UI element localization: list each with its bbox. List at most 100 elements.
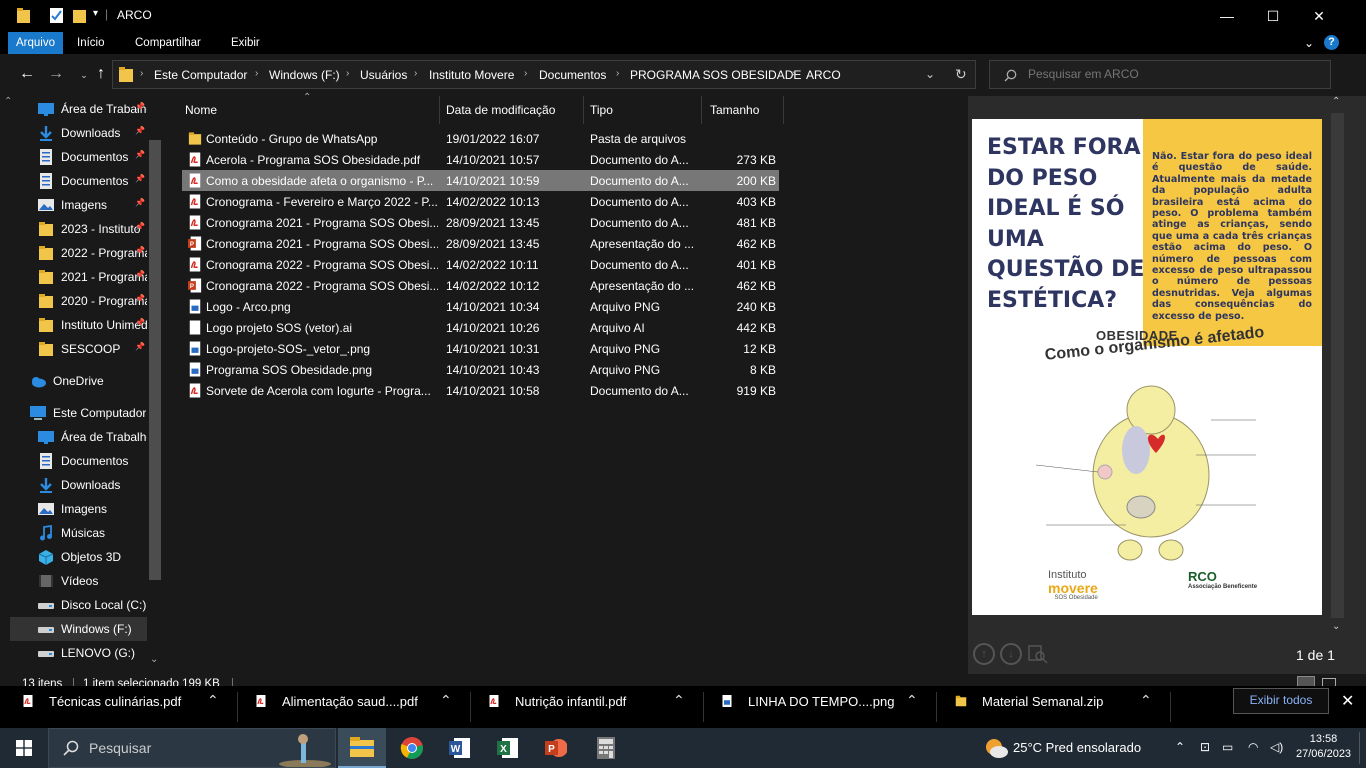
column-header-date[interactable]: Data de modificação bbox=[440, 96, 584, 124]
pin-icon[interactable]: 📌 bbox=[135, 222, 145, 231]
meet-now-icon[interactable]: ⊡ bbox=[1200, 740, 1210, 754]
nav-item[interactable]: Documentos 📌 bbox=[10, 169, 147, 193]
nav-item[interactable]: 2021 - Programa 📌 bbox=[10, 265, 147, 289]
nav-item[interactable]: Disco Local (C:) bbox=[10, 593, 147, 617]
nav-item[interactable]: Documentos 📌 bbox=[10, 145, 147, 169]
download-options-icon[interactable]: ⌃ bbox=[673, 692, 685, 709]
nav-scrollbar[interactable]: ⌄ bbox=[147, 96, 164, 674]
nav-item[interactable]: Downloads 📌 bbox=[10, 121, 147, 145]
download-item[interactable]: LINHA DO TEMPO....png ⌃ bbox=[721, 692, 931, 722]
zoom-icon[interactable] bbox=[1027, 643, 1049, 665]
breadcrumb-item[interactable]: Instituto Movere bbox=[429, 68, 514, 82]
chevron-down-icon[interactable]: ⌄ bbox=[925, 67, 935, 81]
search-box[interactable] bbox=[989, 60, 1331, 89]
pin-icon[interactable]: 📌 bbox=[135, 270, 145, 279]
file-row[interactable]: Logo - Arco.png 14/10/2021 10:34 Arquivo P… bbox=[182, 296, 779, 317]
powerpoint-taskbar-button[interactable]: P bbox=[532, 728, 580, 768]
nav-item[interactable]: Imagens bbox=[10, 497, 147, 521]
file-row[interactable]: Cronograma 2022 - Programa SOS Obesi... 1… bbox=[182, 254, 779, 275]
maximize-button[interactable]: ☐ bbox=[1250, 0, 1296, 32]
nav-item[interactable]: 2023 - Instituto 📌 bbox=[10, 217, 147, 241]
help-icon[interactable]: ? bbox=[1324, 35, 1339, 50]
weather-text[interactable]: 25°C Pred ensolarado bbox=[1013, 740, 1141, 755]
pin-icon[interactable]: 📌 bbox=[135, 246, 145, 255]
excel-taskbar-button[interactable]: X bbox=[484, 728, 532, 768]
tab-inicio[interactable]: Início bbox=[77, 32, 105, 54]
download-item[interactable]: Alimentação saud....pdf ⌃ bbox=[255, 692, 465, 722]
download-options-icon[interactable]: ⌃ bbox=[207, 692, 219, 709]
scroll-up-arrow[interactable]: ⌃ bbox=[1332, 96, 1340, 107]
file-row[interactable]: Logo projeto SOS (vetor).ai 14/10/2021 10… bbox=[182, 317, 779, 338]
nav-item[interactable]: Imagens 📌 bbox=[10, 193, 147, 217]
download-options-icon[interactable]: ⌃ bbox=[1140, 692, 1152, 709]
scroll-down-arrow[interactable]: ⌄ bbox=[1332, 621, 1340, 632]
breadcrumb-item[interactable]: Este Computador bbox=[154, 68, 247, 82]
nav-scroll-thumb[interactable] bbox=[149, 140, 161, 580]
word-taskbar-button[interactable]: W bbox=[436, 728, 484, 768]
chrome-taskbar-button[interactable] bbox=[388, 728, 436, 768]
expand-ribbon-icon[interactable]: ⌄ bbox=[1304, 32, 1314, 54]
nav-item[interactable]: 2020 - Programa 📌 bbox=[10, 289, 147, 313]
nav-item[interactable]: Windows (F:) bbox=[10, 617, 147, 641]
breadcrumb-item[interactable]: Usuários bbox=[360, 68, 407, 82]
nav-item[interactable]: Objetos 3D bbox=[10, 545, 147, 569]
nav-item[interactable]: SESCOOP 📌 bbox=[10, 337, 147, 361]
address-bar[interactable]: › Este Computador › Windows (F:) › Usuár… bbox=[112, 60, 976, 89]
scroll-down-arrow[interactable]: ⌄ bbox=[150, 654, 158, 665]
tab-exibir[interactable]: Exibir bbox=[231, 32, 260, 54]
taskbar-search[interactable]: Pesquisar bbox=[48, 728, 336, 768]
file-row[interactable]: Sorvete de Acerola com Iogurte - Progra.… bbox=[182, 380, 779, 401]
new-folder-icon[interactable] bbox=[73, 8, 86, 23]
nav-item[interactable]: Downloads bbox=[10, 473, 147, 497]
search-input[interactable] bbox=[1028, 67, 1318, 81]
file-row[interactable]: Cronograma - Fevereiro e Março 2022 - P.… bbox=[182, 191, 779, 212]
weather-icon[interactable] bbox=[984, 737, 1008, 759]
quick-access-dropdown[interactable]: ▾ bbox=[93, 8, 98, 19]
column-header-type[interactable]: Tipo bbox=[584, 96, 702, 124]
refresh-icon[interactable]: ↻ bbox=[955, 66, 967, 83]
file-row[interactable]: Conteúdo - Grupo de WhatsApp 19/01/2022 1… bbox=[182, 128, 779, 149]
network-icon[interactable]: ◠ bbox=[1248, 740, 1258, 754]
download-options-icon[interactable]: ⌃ bbox=[906, 692, 918, 709]
start-button[interactable] bbox=[0, 728, 48, 768]
pin-icon[interactable]: 📌 bbox=[135, 126, 145, 135]
file-row[interactable]: P Cronograma 2022 - Programa SOS Obesi...… bbox=[182, 275, 779, 296]
nav-item[interactable]: Músicas bbox=[10, 521, 147, 545]
file-explorer-taskbar-button[interactable] bbox=[338, 728, 386, 768]
show-desktop-button[interactable] bbox=[1359, 732, 1360, 764]
file-row[interactable]: Programa SOS Obesidade.png 14/10/2021 10:… bbox=[182, 359, 779, 380]
close-button[interactable]: ✕ bbox=[1296, 0, 1342, 32]
breadcrumb-item[interactable]: PROGRAMA SOS OBESIDADE bbox=[630, 68, 801, 82]
up-button[interactable]: ↑ bbox=[91, 65, 111, 83]
clock[interactable]: 13:58 27/06/2023 bbox=[1296, 732, 1351, 762]
previous-page-button[interactable]: ↑ bbox=[973, 643, 995, 665]
calculator-taskbar-button[interactable] bbox=[582, 728, 630, 768]
file-row[interactable]: Como a obesidade afeta o organismo - P..… bbox=[182, 170, 779, 191]
nav-item[interactable]: LENOVO (G:) bbox=[10, 641, 147, 665]
column-header-name[interactable]: Nome bbox=[179, 96, 440, 124]
close-download-bar-button[interactable]: ✕ bbox=[1341, 691, 1354, 711]
show-hidden-icons-icon[interactable]: ⌃ bbox=[1175, 740, 1185, 754]
nav-item[interactable]: Vídeos bbox=[10, 569, 147, 593]
pin-icon[interactable]: 📌 bbox=[135, 342, 145, 351]
download-item[interactable]: Técnicas culinárias.pdf ⌃ bbox=[22, 692, 232, 722]
download-item[interactable]: Nutrição infantil.pdf ⌃ bbox=[488, 692, 698, 722]
file-row[interactable]: P Cronograma 2021 - Programa SOS Obesi...… bbox=[182, 233, 779, 254]
breadcrumb-item[interactable]: Documentos bbox=[539, 68, 606, 82]
pin-icon[interactable]: 📌 bbox=[135, 198, 145, 207]
pin-icon[interactable]: 📌 bbox=[135, 102, 145, 111]
file-row[interactable]: Cronograma 2021 - Programa SOS Obesi... 2… bbox=[182, 212, 779, 233]
tab-compartilhar[interactable]: Compartilhar bbox=[135, 32, 201, 54]
file-row[interactable]: Acerola - Programa SOS Obesidade.pdf 14/1… bbox=[182, 149, 779, 170]
volume-icon[interactable]: ◁) bbox=[1270, 740, 1283, 754]
breadcrumb-item[interactable]: Windows (F:) bbox=[269, 68, 340, 82]
nav-item[interactable]: Área de Trabalho 📌 bbox=[10, 97, 147, 121]
nav-item[interactable]: 2022 - Programa 📌 bbox=[10, 241, 147, 265]
pin-icon[interactable]: 📌 bbox=[135, 294, 145, 303]
pin-icon[interactable]: 📌 bbox=[135, 174, 145, 183]
nav-item[interactable]: Instituto Unimed 📌 bbox=[10, 313, 147, 337]
column-header-size[interactable]: Tamanho bbox=[704, 96, 784, 124]
preview-scrollbar[interactable]: ⌃ ⌄ bbox=[1329, 96, 1346, 637]
next-page-button[interactable]: ↓ bbox=[1000, 643, 1022, 665]
pin-icon[interactable]: 📌 bbox=[135, 150, 145, 159]
